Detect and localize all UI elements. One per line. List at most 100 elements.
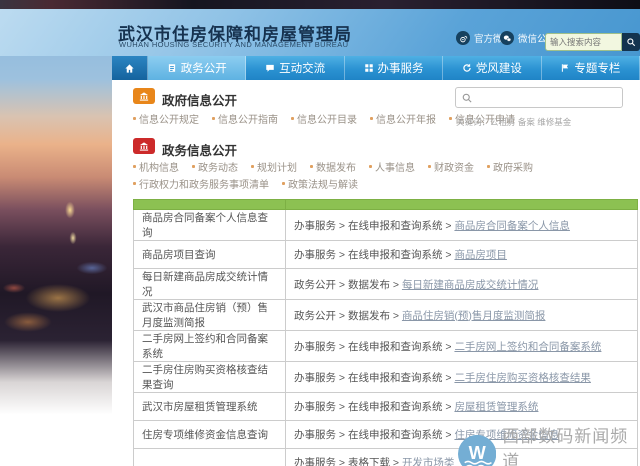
- wechat-icon: [500, 31, 514, 45]
- section-search-input[interactable]: [473, 89, 622, 106]
- section-link[interactable]: 行政权力和政务服务事项清单: [133, 176, 269, 191]
- service-link[interactable]: 每日新建商品房成交统计情况: [402, 279, 539, 291]
- table-row: 商品房项目查询办事服务 > 在线申报和查询系统 > 商品房项目: [134, 241, 638, 269]
- service-link[interactable]: 商品房合同备案个人信息: [454, 220, 570, 232]
- grid-icon: [364, 63, 374, 73]
- section-link[interactable]: 政务动态: [192, 159, 238, 174]
- affairs-info-links-row2: 行政权力和政务服务事项清单 政策法规与解读: [133, 176, 358, 191]
- site-subtitle: WUHAN HOUSING SECURITY AND MANAGEMENT BU…: [119, 40, 348, 49]
- search-keywords: 关键词：公租房 备案 维修基金: [456, 116, 571, 128]
- section-link[interactable]: 信息公开年报: [370, 111, 436, 126]
- header-search-input[interactable]: [545, 33, 622, 51]
- section-link[interactable]: 数据发布: [310, 159, 356, 174]
- section-link-label: 信息公开年报: [376, 111, 436, 126]
- nav-tab-special-topics[interactable]: 专题专栏: [542, 56, 640, 80]
- section-link-label: 行政权力和政务服务事项清单: [139, 176, 269, 191]
- section-link-label: 财政资金: [434, 159, 474, 174]
- section-link[interactable]: 政府采购: [487, 159, 533, 174]
- table-header-row: [134, 200, 638, 210]
- service-link[interactable]: 房屋租赁管理系统: [454, 401, 538, 413]
- bullet-icon: [282, 182, 285, 185]
- section-link[interactable]: 人事信息: [369, 159, 415, 174]
- watermark: W 西部数码新闻频道 http://news.west.cn: [458, 422, 640, 466]
- nav-tab-gov-open[interactable]: 政务公开: [148, 56, 246, 80]
- table-row: 商品房合同备案个人信息查询办事服务 > 在线申报和查询系统 > 商品房合同备案个…: [134, 210, 638, 241]
- table-row: 武汉市商品住房销（预）售月度监测简报政务公开 > 数据发布 > 商品住房销(预)…: [134, 300, 638, 331]
- nav-tab-label: 党风建设: [476, 60, 522, 76]
- service-breadcrumb: 办事服务 > 在线申报和查询系统 >: [294, 401, 454, 413]
- service-name-cell: 每日新建商品房成交统计情况: [134, 269, 286, 300]
- refresh-icon: [462, 63, 472, 73]
- doc-icon: [167, 63, 177, 73]
- service-path-cell: 政务公开 > 数据发布 > 每日新建商品房成交统计情况: [286, 269, 638, 300]
- nav-tab-label: 互动交流: [279, 60, 325, 76]
- table-row: 每日新建商品房成交统计情况政务公开 > 数据发布 > 每日新建商品房成交统计情况: [134, 269, 638, 300]
- service-name-cell: 武汉市房屋租赁管理系统: [134, 393, 286, 421]
- section-link-label: 政策法规与解读: [288, 176, 358, 191]
- service-link[interactable]: 开发市场类: [402, 457, 455, 466]
- affairs-building-icon: [133, 138, 155, 154]
- section-link-label: 数据发布: [316, 159, 356, 174]
- section-link[interactable]: 机构信息: [133, 159, 179, 174]
- service-path-cell: 办事服务 > 在线申报和查询系统 > 商品房合同备案个人信息: [286, 210, 638, 241]
- service-breadcrumb: 办事服务 > 在线申报和查询系统 >: [294, 341, 454, 353]
- service-breadcrumb: 政务公开 > 数据发布 >: [294, 310, 402, 322]
- service-breadcrumb: 办事服务 > 表格下载 >: [294, 457, 402, 466]
- section-link[interactable]: 政策法规与解读: [282, 176, 358, 191]
- nav-tab-services[interactable]: 办事服务: [345, 56, 443, 80]
- service-link[interactable]: 商品住房销(预)售月度监测简报: [402, 310, 546, 322]
- service-path-cell: 办事服务 > 在线申报和查询系统 > 房屋租赁管理系统: [286, 393, 638, 421]
- bullet-icon: [133, 182, 136, 185]
- service-path-cell: 办事服务 > 在线申报和查询系统 > 二手房网上签约和合同备案系统: [286, 331, 638, 362]
- nav-tab-home[interactable]: [112, 56, 148, 80]
- section-link-label: 机构信息: [139, 159, 179, 174]
- table-header-cell: [286, 200, 638, 210]
- affairs-info-links-row1: 机构信息 政务动态 规划计划 数据发布 人事信息 财政资金政府采购: [133, 159, 533, 174]
- section-link[interactable]: 信息公开规定: [133, 111, 199, 126]
- service-link[interactable]: 二手房住房购买资格核查结果: [454, 372, 591, 384]
- bullet-icon: [310, 165, 313, 168]
- service-link[interactable]: 商品房项目: [454, 249, 507, 261]
- service-breadcrumb: 办事服务 > 在线申报和查询系统 >: [294, 220, 454, 232]
- service-name-cell: 商品房项目查询: [134, 241, 286, 269]
- bullet-icon: [192, 165, 195, 168]
- service-name-cell: 商品房合同备案个人信息查询: [134, 210, 286, 241]
- search-icon: [461, 92, 473, 104]
- flag-icon: [560, 63, 570, 73]
- section-link-label: 规划计划: [257, 159, 297, 174]
- service-name-cell: 武汉市商品住房销（预）售月度监测简报: [134, 300, 286, 331]
- table-header-cell: [134, 200, 286, 210]
- section-link[interactable]: 财政资金: [428, 159, 474, 174]
- nav-tab-label: 办事服务: [378, 60, 424, 76]
- gov-info-title: 政府信息公开: [162, 90, 237, 109]
- bullet-icon: [487, 165, 490, 168]
- section-link-label: 人事信息: [375, 159, 415, 174]
- section-link-label: 信息公开规定: [139, 111, 199, 126]
- section-link-label: 信息公开指南: [218, 111, 278, 126]
- bullet-icon: [133, 165, 136, 168]
- west-logo-icon: W: [458, 434, 496, 466]
- top-banner-strip: [0, 0, 640, 9]
- bullet-icon: [212, 117, 215, 120]
- gov-building-icon: [133, 88, 155, 104]
- service-link[interactable]: 二手房网上签约和合同备案系统: [454, 341, 601, 353]
- search-icon: [626, 37, 636, 47]
- site-header: 武汉市住房保障和房屋管理局 WUHAN HOUSING SECURITY AND…: [0, 9, 640, 56]
- section-link[interactable]: 规划计划: [251, 159, 297, 174]
- nav-tab-label: 专题专栏: [574, 60, 620, 76]
- service-name-cell: 二手房网上签约和合同备案系统: [134, 331, 286, 362]
- service-breadcrumb: 办事服务 > 在线申报和查询系统 >: [294, 372, 454, 384]
- bullet-icon: [449, 117, 452, 120]
- section-link[interactable]: 信息公开指南: [212, 111, 278, 126]
- service-name-cell: [134, 449, 286, 466]
- section-link-label: 政务动态: [198, 159, 238, 174]
- header-search-button[interactable]: [622, 33, 640, 51]
- city-skyline-photo: [0, 0, 112, 466]
- service-breadcrumb: 政务公开 > 数据发布 >: [294, 279, 402, 291]
- bullet-icon: [291, 117, 294, 120]
- nav-tab-interaction[interactable]: 互动交流: [246, 56, 344, 80]
- section-link[interactable]: 信息公开目录: [291, 111, 357, 126]
- nav-tab-party-building[interactable]: 党风建设: [443, 56, 541, 80]
- bullet-icon: [370, 117, 373, 120]
- chat-icon: [265, 63, 275, 73]
